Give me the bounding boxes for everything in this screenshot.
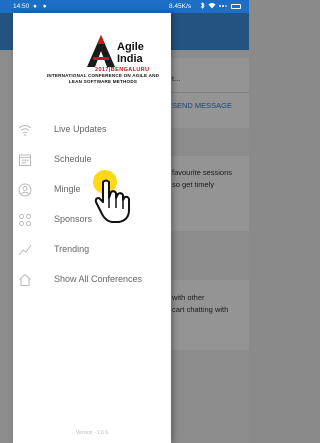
menu-item-live-updates[interactable]: Live Updates — [13, 115, 171, 145]
status-bar: 14:50 ● ● 8.45K/s — [0, 0, 249, 13]
person-icon — [18, 183, 32, 197]
menu-label: Live Updates — [54, 124, 107, 134]
menu-label: Trending — [54, 244, 90, 254]
signal-icon — [219, 4, 227, 7]
menu-item-trending[interactable]: Trending — [13, 235, 171, 265]
status-time: 14:50 — [13, 3, 30, 10]
app-version: Version - 1.6.6 — [75, 430, 109, 436]
menu-label: Show All Conferences — [54, 274, 143, 284]
navigation-drawer: Agile India 2017|BENGALURU INTERNATIONAL… — [13, 13, 171, 443]
wifi-icon — [208, 3, 216, 9]
menu-label: Mingle — [54, 184, 81, 194]
pointing-hand-icon — [94, 179, 130, 223]
wifi-icon — [18, 123, 32, 137]
logo-a-mark-icon — [87, 35, 115, 67]
agile-india-logo: Agile India 2017|BENGALURU INTERNATIONAL… — [13, 13, 171, 108]
home-icon — [18, 273, 32, 287]
menu-label: Schedule — [54, 154, 92, 164]
trend-line-icon — [18, 243, 32, 257]
logo-line-agile: Agile — [117, 41, 144, 53]
menu-item-show-all-conferences[interactable]: Show All Conferences — [13, 265, 171, 295]
network-speed: 8.45K/s — [169, 3, 192, 10]
status-icons — [200, 2, 241, 9]
notification-icons: ● ● — [33, 3, 49, 10]
logo-conference-text: INTERNATIONAL CONFERENCE ON AGILE AND LE… — [46, 73, 160, 84]
grid-dots-icon — [18, 213, 32, 227]
bluetooth-icon — [200, 2, 205, 9]
touch-indicator — [85, 166, 149, 226]
calendar-icon — [18, 153, 32, 167]
battery-icon — [231, 3, 241, 9]
logo-line-india: India — [117, 53, 143, 65]
